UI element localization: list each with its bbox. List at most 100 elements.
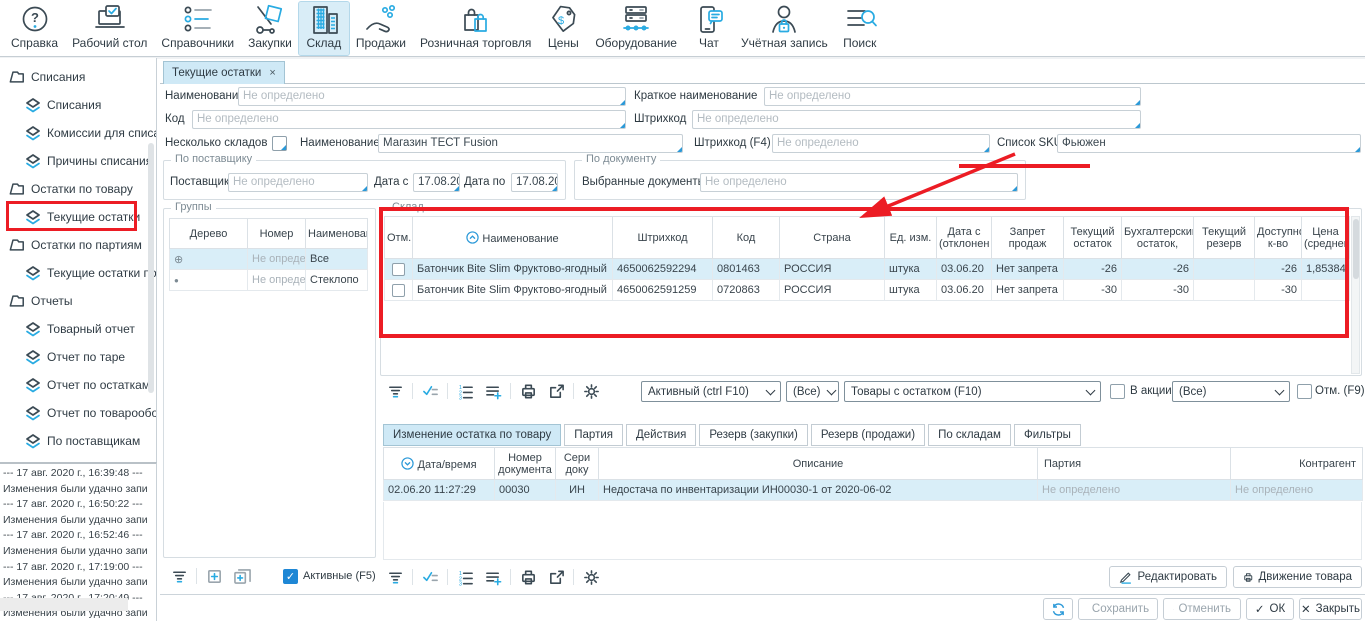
wh-col-accounting[interactable]: Бухгалтерский остаток, — [1122, 217, 1194, 259]
tree-item-spisaniya[interactable]: Списания — [0, 91, 156, 119]
toolbar-item-warehouse[interactable]: Склад — [299, 2, 349, 55]
tree-item-tovarny-otchet[interactable]: Товарный отчет — [0, 315, 156, 343]
history-row[interactable]: 02.06.20 11:27:29 00030 ИН Недостача по … — [384, 480, 1363, 501]
groups-row[interactable]: ⊕ Не определено Все — [170, 249, 368, 270]
add-list-icon[interactable] — [482, 567, 504, 587]
close-button[interactable]: ✕ Закрыть — [1299, 598, 1362, 620]
tree-item-po-postavshchikam[interactable]: По поставщикам — [0, 427, 156, 455]
check-list-icon[interactable] — [419, 567, 441, 587]
groups-col-tree[interactable]: Дерево — [170, 219, 248, 249]
wh-col-barcode[interactable]: Штрихкод — [613, 217, 713, 259]
print-icon[interactable] — [517, 567, 539, 587]
tree-folder-ostatki-partii[interactable]: Остатки по партиям — [0, 231, 156, 259]
cancel-button[interactable]: Отменить — [1163, 598, 1241, 620]
toolbar-item-retail[interactable]: Розничная торговля — [413, 2, 538, 55]
tree-node-icon[interactable]: ● — [170, 270, 248, 291]
add-group-icon[interactable] — [203, 566, 225, 586]
toolbar-item-sales[interactable]: Продажи — [349, 2, 413, 55]
tab-close-icon[interactable]: × — [269, 67, 275, 79]
toolbar-item-help[interactable]: ? Справка — [4, 2, 65, 55]
warehouse-row[interactable]: Батончик Bite Slim Фруктово-ягодный 4650… — [385, 259, 1350, 280]
tree-folder-spisaniya[interactable]: Списания — [0, 63, 156, 91]
tab-filters[interactable]: Фильтры — [1014, 424, 1081, 446]
print-icon[interactable] — [517, 381, 539, 401]
wh-col-code[interactable]: Код — [713, 217, 780, 259]
filter-icon[interactable] — [168, 566, 190, 586]
add-subgroup-icon[interactable] — [231, 566, 253, 586]
wh-col-reserve[interactable]: Текущий резерв — [1194, 217, 1255, 259]
toolbar-item-directories[interactable]: Справочники — [154, 2, 241, 55]
toolbar-item-prices[interactable]: $ Цены — [538, 2, 588, 55]
numbered-list-icon[interactable]: 123 — [454, 381, 476, 401]
groups-col-number[interactable]: Номер — [248, 219, 306, 249]
documents-input[interactable]: Не определено — [700, 173, 1018, 192]
edit-button[interactable]: Редактировать — [1109, 566, 1227, 588]
toolbar-item-desktop[interactable]: Рабочий стол — [65, 2, 154, 55]
tree-item-otchet-tara[interactable]: Отчет по таре — [0, 343, 156, 371]
log-scrollbar[interactable] — [0, 598, 128, 611]
tree-item-otchet-tovarooborot[interactable]: Отчет по товарообо — [0, 399, 156, 427]
tree-item-prichiny[interactable]: Причины списания — [0, 147, 156, 175]
wh-col-current[interactable]: Текущий остаток — [1064, 217, 1122, 259]
supplier-input[interactable]: Не определено — [228, 173, 368, 192]
ok-button[interactable]: ✓ ОК — [1246, 598, 1294, 620]
barcode-f4-input[interactable]: Не определено — [772, 134, 990, 153]
row-checkbox[interactable] — [392, 284, 405, 297]
tree-item-komissii[interactable]: Комиссии для списа — [0, 119, 156, 147]
filter-icon[interactable] — [384, 381, 406, 401]
promo-dropdown[interactable]: (Все) — [1172, 381, 1290, 402]
active-groups-checkbox[interactable] — [283, 569, 298, 584]
group-filter-dropdown[interactable]: (Все) — [786, 381, 839, 402]
toolbar-item-chat[interactable]: Чат — [684, 2, 734, 55]
check-list-icon[interactable] — [419, 381, 441, 401]
date-to-input[interactable]: 17.08.20 — [511, 173, 558, 192]
hist-col-docnumber[interactable]: Номер документа — [495, 448, 556, 480]
save-button[interactable]: Сохранить — [1078, 598, 1158, 620]
export-icon[interactable] — [545, 567, 567, 587]
multi-warehouse-checkbox[interactable] — [272, 136, 287, 151]
wh-col-date[interactable]: Дата с (отклонен — [937, 217, 992, 259]
refresh-button[interactable] — [1043, 598, 1073, 620]
wh-col-country[interactable]: Страна — [780, 217, 885, 259]
short-name-input[interactable]: Не определено — [764, 87, 1141, 106]
promo-checkbox[interactable] — [1110, 384, 1125, 399]
tab-current-stock[interactable]: Текущие остатки × — [163, 61, 285, 84]
hist-col-contractor[interactable]: Контрагент — [1231, 448, 1363, 480]
tab-reserve-purchase[interactable]: Резерв (закупки) — [699, 424, 807, 446]
stock-filter-dropdown[interactable]: Товары с остатком (F10) — [844, 381, 1101, 402]
name-input[interactable]: Не определено — [238, 87, 626, 106]
tree-item-otchet-ostatki[interactable]: Отчет по остаткам — [0, 371, 156, 399]
wh-col-available[interactable]: Доступно к-во — [1255, 217, 1302, 259]
wh-col-marked[interactable]: Отм. — [385, 217, 413, 259]
status-dropdown[interactable]: Активный (ctrl F10) — [641, 381, 781, 402]
tree-expand-icon[interactable]: ⊕ — [170, 249, 248, 270]
tree-folder-ostatki-tovar[interactable]: Остатки по товару — [0, 175, 156, 203]
sku-list-input[interactable]: Фьюжен — [1057, 134, 1361, 153]
groups-row[interactable]: ● Не определено Стеклопо — [170, 270, 368, 291]
sidebar-scrollbar[interactable] — [148, 143, 154, 393]
wh-col-name[interactable]: Наименование — [413, 217, 613, 259]
goods-movement-button[interactable]: Движение товара — [1233, 566, 1362, 588]
tree-item-tekushchie-po[interactable]: Текущие остатки по — [0, 259, 156, 287]
toolbar-item-purchasing[interactable]: Закупки — [241, 2, 299, 55]
wh-col-unit[interactable]: Ед. изм. — [885, 217, 937, 259]
numbered-list-icon[interactable]: 123 — [454, 567, 476, 587]
toolbar-item-search[interactable]: Поиск — [835, 2, 885, 55]
settings-gear-icon[interactable] — [580, 567, 602, 587]
hist-col-docseries[interactable]: Сери доку — [556, 448, 599, 480]
warehouse-row[interactable]: Батончик Bite Slim Фруктово-ягодный 4650… — [385, 280, 1350, 301]
export-icon[interactable] — [545, 381, 567, 401]
row-checkbox[interactable] — [392, 263, 405, 276]
toolbar-item-account[interactable]: Учётная запись — [734, 2, 835, 55]
tree-folder-otchety[interactable]: Отчеты — [0, 287, 156, 315]
hist-col-batch[interactable]: Партия — [1038, 448, 1231, 480]
barcode-input[interactable]: Не определено — [692, 110, 1141, 129]
toolbar-item-equipment[interactable]: Оборудование — [588, 2, 684, 55]
filter-icon[interactable] — [384, 567, 406, 587]
tab-stock-change[interactable]: Изменение остатка по товару — [383, 424, 561, 446]
tab-by-warehouses[interactable]: По складам — [928, 424, 1011, 446]
code-input[interactable]: Не определено — [192, 110, 626, 129]
tab-actions[interactable]: Действия — [626, 424, 696, 446]
date-from-input[interactable]: 17.08.20 — [413, 173, 460, 192]
warehouse-name-input[interactable]: Магазин ТЕСТ Fusion — [378, 134, 683, 153]
